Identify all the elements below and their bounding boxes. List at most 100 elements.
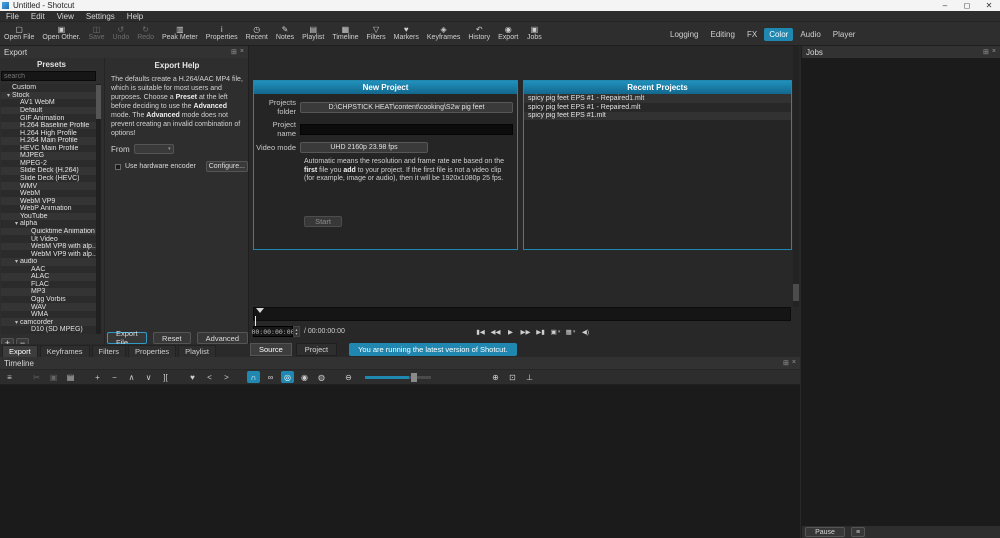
timeline-button[interactable]: ▦ Timeline <box>328 22 362 46</box>
preset-item[interactable]: Custom <box>1 84 96 92</box>
split-button[interactable]: ][ <box>159 371 172 383</box>
fast-forward-button[interactable]: ▶▶ <box>520 327 531 337</box>
preset-item[interactable]: YouTube <box>1 212 96 221</box>
menu-file[interactable]: File <box>0 12 25 21</box>
preset-item[interactable]: AAC <box>1 265 96 274</box>
tab-export[interactable]: Export <box>2 345 38 357</box>
cut-button[interactable]: ✂ <box>30 371 43 383</box>
export-float-icon[interactable]: ⊞ <box>231 48 237 56</box>
video-mode-button[interactable]: UHD 2160p 23.98 fps <box>300 142 428 153</box>
preset-item[interactable]: WMV <box>1 182 96 190</box>
tab-keyframes[interactable]: Keyframes <box>39 345 90 357</box>
ripple-markers-toggle[interactable]: ◍ <box>315 371 328 383</box>
preset-item[interactable]: WebM VP9 <box>1 197 96 205</box>
preset-item[interactable]: WebM VP8 with alp... <box>1 242 96 251</box>
preset-item[interactable]: WebM VP9 with alp... <box>1 250 96 258</box>
reset-button[interactable]: Reset <box>153 332 191 344</box>
filters-button[interactable]: ▽ Filters <box>363 22 390 46</box>
zoom-fit-button[interactable]: ⊡ <box>506 371 519 383</box>
preset-item[interactable]: AV1 WebM <box>1 99 96 107</box>
preset-item[interactable]: H.264 Baseline Profile <box>1 121 96 130</box>
recent-project-item[interactable]: spicy pig feet EPS #1.mlt <box>524 111 791 121</box>
recent-project-item[interactable]: spicy pig feet EPS #1 - Repaired1.mlt <box>524 94 791 103</box>
zoom-out-button[interactable]: ⊖ <box>342 371 355 383</box>
menu-edit[interactable]: Edit <box>25 12 51 21</box>
tab-properties[interactable]: Properties <box>127 345 177 357</box>
snap-toggle[interactable]: ∩ <box>247 371 260 383</box>
update-status-message[interactable]: You are running the latest version of Sh… <box>349 343 517 356</box>
zoom-in-button[interactable]: ⊕ <box>489 371 502 383</box>
start-button[interactable]: Start <box>304 216 342 227</box>
undo-button[interactable]: ↺ Undo <box>109 22 134 46</box>
volume-button[interactable]: ◀) <box>580 327 591 337</box>
paste-button[interactable]: ▤ <box>64 371 77 383</box>
pause-button[interactable]: Pause <box>805 527 845 537</box>
peak-meter-button[interactable]: ▥ Peak Meter <box>158 22 202 46</box>
preset-item[interactable]: MPEG-2 <box>1 159 96 168</box>
export-file-button[interactable]: Export File <box>107 329 148 347</box>
jobs-menu-button[interactable]: ≡ <box>851 527 865 537</box>
next-marker-button[interactable]: > <box>220 371 233 383</box>
menu-help[interactable]: Help <box>121 12 149 21</box>
tab-playlist[interactable]: Playlist <box>178 345 216 357</box>
close-button[interactable]: ✕ <box>978 1 1000 10</box>
open-other-button[interactable]: ▣ Open Other. <box>38 22 84 46</box>
preset-item[interactable]: Ut Video <box>1 235 96 243</box>
current-time-field[interactable]: 00:00:00:00 <box>251 326 295 337</box>
overwrite-button[interactable]: ∨ <box>142 371 155 383</box>
timeline-menu-button[interactable]: ≡ <box>3 371 16 383</box>
configure-button[interactable]: Configure... <box>205 161 248 172</box>
timeline-zoom-slider[interactable] <box>365 372 431 382</box>
lift-button[interactable]: ∧ <box>125 371 138 383</box>
recent-project-item[interactable]: spicy pig feet EPS #1 - Repaired.mlt <box>524 102 791 112</box>
grid-button[interactable]: ▦ ▾ <box>565 327 576 337</box>
zoom-slider-knob[interactable] <box>411 372 417 382</box>
play-button[interactable]: ▶ <box>505 327 516 337</box>
presets-search-input[interactable] <box>1 71 96 81</box>
time-spinner[interactable]: ▴ ▾ <box>293 326 300 337</box>
preset-item[interactable]: Ogg Vorbis <box>1 295 96 304</box>
preset-item[interactable]: ▾ Stock <box>1 91 96 100</box>
jobs-float-icon[interactable]: ⊞ <box>983 48 989 56</box>
jobs-button[interactable]: ▣ Jobs <box>522 22 546 46</box>
save-button[interactable]: ◫ Save <box>85 22 109 46</box>
seek-bar[interactable] <box>253 307 791 327</box>
preset-item[interactable]: WMA <box>1 310 96 319</box>
preset-item[interactable]: HEVC Main Profile <box>1 144 96 153</box>
from-dropdown[interactable]: ▾ <box>133 144 174 154</box>
advanced-button[interactable]: Advanced <box>196 332 248 344</box>
preset-group-alpha[interactable]: ▾ alpha <box>1 220 96 228</box>
preset-item[interactable]: H.264 Main Profile <box>1 136 96 145</box>
minimize-button[interactable]: – <box>934 1 956 10</box>
rewind-button[interactable]: ◀◀ <box>490 327 501 337</box>
ripple-all-tracks-toggle[interactable]: ◉ <box>298 371 311 383</box>
tab-project[interactable]: Project <box>295 343 338 356</box>
tab-filters[interactable]: Filters <box>91 345 126 357</box>
in-out-range-button[interactable]: ▣ ▾ <box>550 327 561 337</box>
properties-button[interactable]: i Properties <box>202 22 242 46</box>
preset-group-audio[interactable]: ▾ audio <box>1 257 96 266</box>
notes-button[interactable]: ✎ Notes <box>272 22 298 46</box>
preset-item[interactable]: ALAC <box>1 273 96 281</box>
preset-group-camcorder[interactable]: ▾ camcorder <box>1 318 96 326</box>
preset-item[interactable]: GIF Animation <box>1 114 96 122</box>
copy-button[interactable]: ▣ <box>47 371 60 383</box>
scrub-while-dragging-toggle[interactable]: ∞ <box>264 371 277 383</box>
timeline-tracks-area[interactable] <box>0 385 800 538</box>
jobs-close-icon[interactable]: × <box>992 48 996 56</box>
skip-to-start-button[interactable]: ▮◀ <box>475 327 486 337</box>
preset-item[interactable]: H.264 High Profile <box>1 129 96 137</box>
preset-item[interactable]: FLAC <box>1 280 96 289</box>
preset-item[interactable]: Slide Deck (HEVC) <box>1 174 96 183</box>
append-button[interactable]: + <box>91 371 104 383</box>
open-file-button[interactable]: ▢ Open File <box>0 22 38 46</box>
timeline-float-icon[interactable]: ⊞ <box>783 359 789 367</box>
layout-editing[interactable]: Editing <box>705 28 739 41</box>
preset-item[interactable]: WAV <box>1 303 96 311</box>
marker-button[interactable]: ♥ <box>186 371 199 383</box>
presets-scrollbar[interactable] <box>96 84 101 334</box>
preset-item[interactable]: MP3 <box>1 288 96 296</box>
recent-button[interactable]: ◷ Recent <box>242 22 272 46</box>
ripple-toggle[interactable]: ◎ <box>281 371 294 383</box>
markers-button[interactable]: ♥ Markers <box>390 22 423 46</box>
